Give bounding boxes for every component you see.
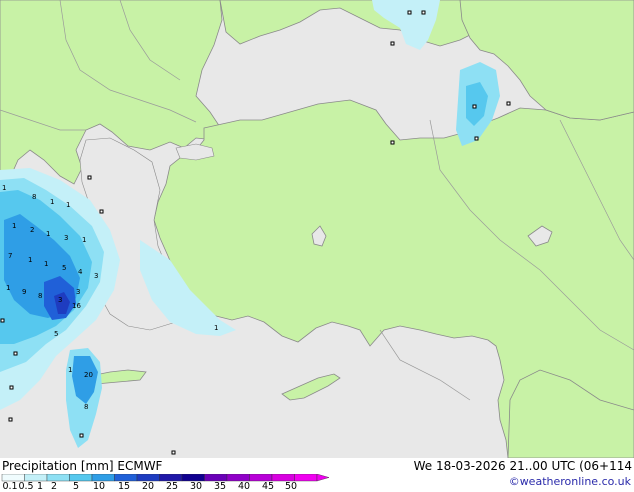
colorbar-segment [294,474,318,482]
colorbar-segment [226,474,250,482]
value-label: 1 [12,222,16,230]
colorbar-tick-label: 45 [261,481,275,492]
map-canvas: 1 8 1 1 1 2 1 3 1 7 1 1 5 4 3 1 9 8 3 3 … [0,0,634,458]
value-label: 20 [84,371,93,379]
precipitation-title: Precipitation [mm] ECMWF [2,459,163,473]
value-label: 5 [62,264,66,272]
colorbar-tick-label: 0.5 [18,481,34,492]
value-label: 3 [58,296,62,304]
value-label: 1 [214,324,218,332]
value-label: 9 [22,288,26,296]
value-label: 3 [94,272,98,280]
station-marker [87,175,92,180]
value-label: 8 [32,193,36,201]
credit-link[interactable]: ©weatheronline.co.uk [509,475,631,488]
value-label: 1 [50,198,54,206]
colorbar-segment [114,474,138,482]
colorbar-tick-label: 40 [237,481,251,492]
colorbar-segment [136,474,160,482]
colorbar-tick-label: 30 [189,481,203,492]
colorbar-segment [24,474,48,482]
colorbar-arrow [316,474,330,482]
station-marker [79,433,84,438]
colorbar-segment [249,474,273,482]
colorbar-tick-label: 50 [284,481,298,492]
station-marker [472,104,477,109]
value-label: 8 [84,403,88,411]
precipitation-map: 1 8 1 1 1 2 1 3 1 7 1 1 5 4 3 1 9 8 3 3 … [0,0,634,458]
colorbar-tick-label: 25 [165,481,179,492]
station-marker [9,385,14,390]
colorbar-segment [91,474,115,482]
value-label: 1 [6,284,10,292]
colorbar-tick-label: 5 [72,481,80,492]
colorbar-tick-label: 20 [141,481,155,492]
colorbar-segment [46,474,70,482]
station-marker [171,450,176,455]
station-marker [99,209,104,214]
station-marker [506,101,511,106]
colorbar-segment [181,474,205,482]
colorbar-tick-label: 1 [36,481,44,492]
colorbar-tick-label: 15 [117,481,131,492]
colorbar-segment [1,474,25,482]
value-label: 2 [30,226,34,234]
station-marker [390,140,395,145]
colorbar-tick-label: 10 [92,481,106,492]
colorbar-segment [159,474,183,482]
colorbar-segment [204,474,228,482]
value-label: 1 [68,366,72,374]
colorbar-tick-label: 2 [50,481,58,492]
value-label: 16 [72,302,81,310]
colorbar-segment [271,474,295,482]
station-marker [8,417,13,422]
forecast-time: We 18-03-2026 21..00 UTC (06+114 [413,459,632,473]
station-marker [407,10,412,15]
value-label: 3 [64,234,68,242]
colorbar-tick-label: 35 [213,481,227,492]
station-marker [421,10,426,15]
value-label: 3 [76,288,80,296]
value-label: 5 [54,330,58,338]
value-label: 7 [8,252,12,260]
value-label: 1 [46,230,50,238]
value-label: 1 [82,236,86,244]
station-marker [0,318,5,323]
value-label: 8 [38,292,42,300]
value-label: 1 [2,184,6,192]
station-marker [474,136,479,141]
value-label: 1 [66,201,70,209]
value-label: 1 [28,256,32,264]
value-label: 1 [44,260,48,268]
colorbar-segment [69,474,93,482]
station-marker [13,351,18,356]
colorbar-tick-label: 0.1 [2,481,18,492]
value-label: 4 [78,268,83,276]
map-footer: Precipitation [mm] ECMWF We 18-03-2026 2… [0,458,634,492]
station-marker [390,41,395,46]
